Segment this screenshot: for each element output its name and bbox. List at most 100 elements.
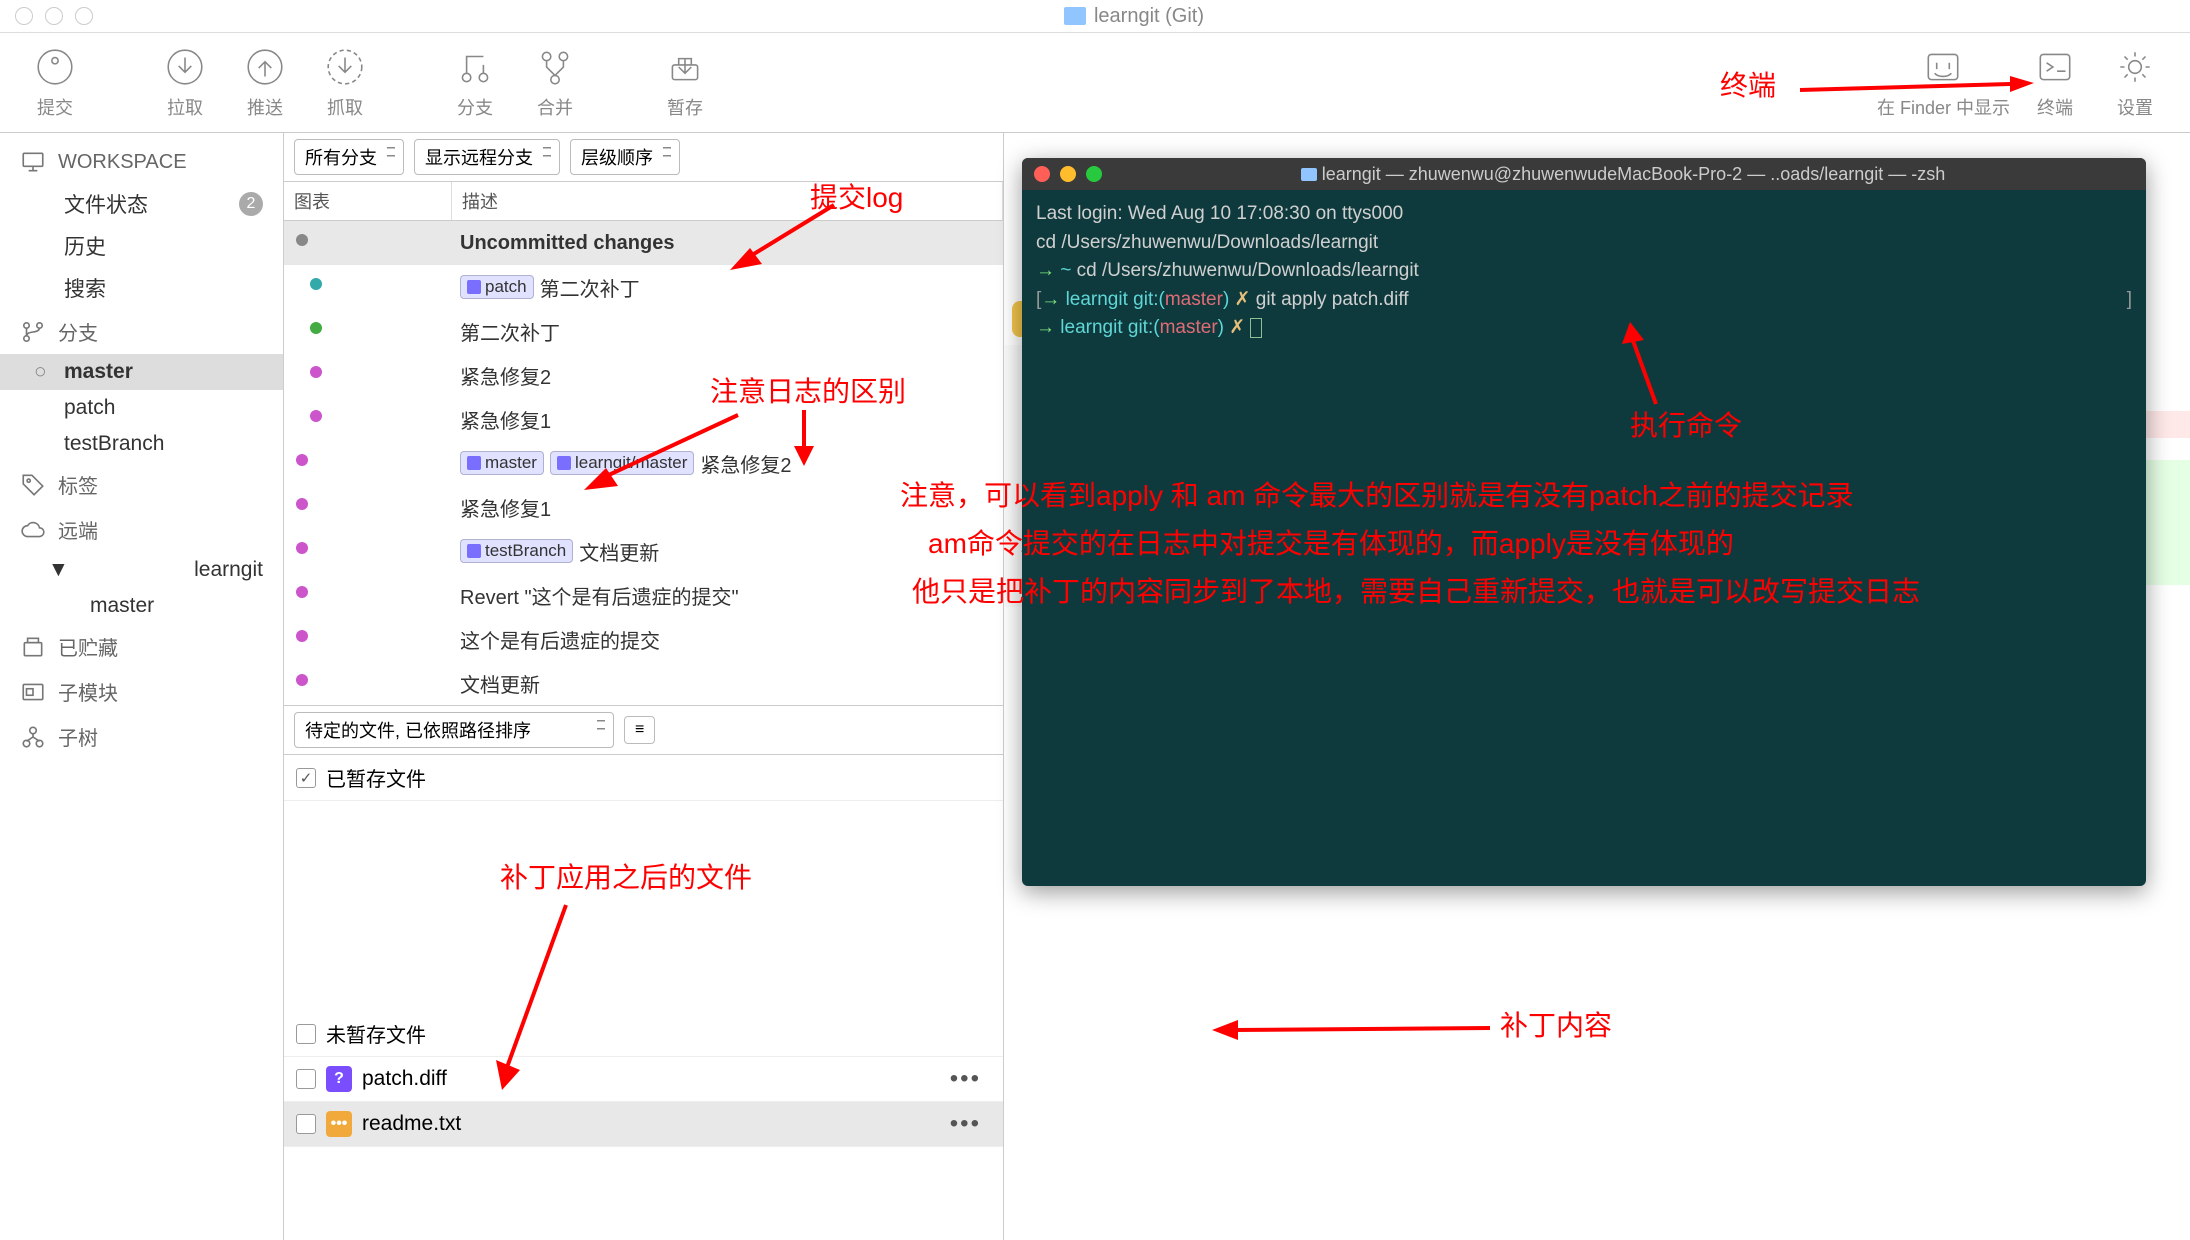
file-checkbox[interactable] (296, 1114, 316, 1134)
commit-description: 紧急修复2 (460, 361, 551, 390)
terminal-body[interactable]: Last login: Wed Aug 10 17:08:30 on ttys0… (1022, 190, 2146, 353)
file-status-label: 文件状态 (64, 189, 148, 219)
commit-row[interactable]: 这个是有后遗症的提交 (284, 617, 1003, 661)
unstaged-checkbox[interactable] (296, 1024, 316, 1044)
file-checkbox[interactable] (296, 1069, 316, 1089)
commit-row[interactable]: 紧急修复2 (284, 353, 1003, 397)
sidebar-remote-master[interactable]: master (0, 588, 283, 624)
subtrees-label: 子树 (58, 722, 98, 751)
branch-chip[interactable]: testBranch (460, 539, 573, 563)
show-remote-select[interactable]: 显示远程分支 (414, 139, 560, 175)
file-name: readme.txt (362, 1112, 461, 1136)
commit-row[interactable]: patch第二次补丁 (284, 265, 1003, 309)
branch-button[interactable]: 分支 (440, 46, 510, 120)
sidebar-branch-patch[interactable]: patch (0, 390, 283, 426)
branch-chip[interactable]: patch (460, 275, 534, 299)
terminal-close-button[interactable] (1034, 166, 1050, 182)
branch-chip[interactable]: master (460, 451, 544, 475)
sidebar-remote-learngit[interactable]: ▼ learngit (0, 552, 283, 588)
pull-button[interactable]: 拉取 (150, 46, 220, 120)
window-titlebar: learngit (Git) (0, 0, 2190, 33)
merge-button[interactable]: 合并 (520, 46, 590, 120)
commit-description: 这个是有后遗症的提交 (460, 625, 660, 654)
commit-list[interactable]: Uncommitted changespatch第二次补丁第二次补丁紧急修复2 紧… (284, 221, 1003, 705)
modified-icon: ••• (326, 1111, 352, 1137)
minimize-window-button[interactable] (45, 7, 63, 25)
branches-label: 分支 (58, 317, 98, 346)
settings-button[interactable]: 设置 (2100, 46, 2170, 120)
staged-header[interactable]: 已暂存文件 (284, 755, 1003, 801)
sidebar-branch-master[interactable]: master (0, 354, 283, 390)
unstaged-header[interactable]: 未暂存文件 (284, 1011, 1003, 1057)
commit-description: 文档更新 (579, 537, 659, 566)
terminal-zoom-button[interactable] (1086, 166, 1102, 182)
commit-label: 提交 (37, 94, 73, 120)
fetch-button[interactable]: 抓取 (310, 46, 380, 120)
branch-label: 分支 (457, 94, 493, 120)
remotes-section[interactable]: 远端 (0, 507, 283, 552)
stash-button[interactable]: 暂存 (650, 46, 720, 120)
staged-checkbox[interactable] (296, 768, 316, 788)
stashes-label: 已贮藏 (58, 632, 118, 661)
view-mode-button[interactable]: ≡ (624, 716, 655, 744)
sidebar-item-history[interactable]: 历史 (0, 225, 283, 267)
file-row[interactable]: ••• readme.txt ••• (284, 1102, 1003, 1147)
sidebar-branch-testbranch[interactable]: testBranch (0, 426, 283, 462)
commit-row[interactable]: masterlearngit/master紧急修复2 (284, 441, 1003, 485)
terminal-minimize-button[interactable] (1060, 166, 1076, 182)
show-in-finder-button[interactable]: 在 Finder 中显示 (1877, 46, 2010, 120)
terminal-button[interactable]: 终端 (2020, 46, 2090, 120)
terminal-title-text: learngit — zhuwenwu@zhuwenwudeMacBook-Pr… (1112, 164, 2134, 185)
stash-label: 暂存 (667, 94, 703, 120)
commit-row[interactable]: 紧急修复1 (284, 397, 1003, 441)
file-sort-select[interactable]: 待定的文件, 已依照路径排序 (294, 712, 614, 748)
terminal-line: [→ learngit git:(master) ✗ git apply pat… (1036, 286, 2132, 315)
push-label: 推送 (247, 94, 283, 120)
settings-label: 设置 (2117, 94, 2153, 120)
sidebar-item-file-status[interactable]: 文件状态 2 (0, 183, 283, 225)
close-window-button[interactable] (15, 7, 33, 25)
workspace-section[interactable]: WORKSPACE (0, 141, 283, 183)
commit-row[interactable]: Uncommitted changes (284, 221, 1003, 265)
order-select[interactable]: 层级顺序 (570, 139, 680, 175)
terminal-label: 终端 (2037, 94, 2073, 120)
tags-section[interactable]: 标签 (0, 462, 283, 507)
commit-row[interactable]: 第二次补丁 (284, 309, 1003, 353)
stash-icon (20, 634, 46, 660)
submodules-label: 子模块 (58, 677, 118, 706)
commit-row[interactable]: Revert "这个是有后遗症的提交" (284, 573, 1003, 617)
tags-label: 标签 (58, 470, 98, 499)
terminal-line: cd /Users/zhuwenwu/Downloads/learngit (1036, 229, 2132, 258)
commit-row[interactable]: 文档更新 (284, 661, 1003, 705)
stashes-section[interactable]: 已贮藏 (0, 624, 283, 669)
commit-description: 紧急修复1 (460, 405, 551, 434)
commit-button[interactable]: 提交 (20, 46, 90, 120)
center-panel: 所有分支 显示远程分支 层级顺序 图表 描述 Uncommitted chang… (284, 133, 1004, 1240)
main-toolbar: 提交 拉取 推送 抓取 分支 合并 暂存 在 Finder 中显示 终端 设置 (0, 33, 2190, 133)
terminal-line: → learngit git:(master) ✗ (1036, 314, 2132, 343)
tag-icon (20, 472, 46, 498)
submodules-section[interactable]: 子模块 (0, 669, 283, 714)
zoom-window-button[interactable] (75, 7, 93, 25)
sidebar: WORKSPACE 文件状态 2 历史 搜索 分支 master patch t… (0, 133, 284, 1240)
branch-chip[interactable]: learngit/master (550, 451, 694, 475)
merge-label: 合并 (537, 94, 573, 120)
sidebar-item-search[interactable]: 搜索 (0, 267, 283, 309)
subtrees-section[interactable]: 子树 (0, 714, 283, 759)
commit-row[interactable]: 紧急修复1 (284, 485, 1003, 529)
fetch-label: 抓取 (327, 94, 363, 120)
all-branches-select[interactable]: 所有分支 (294, 139, 404, 175)
graph-header: 图表 (284, 182, 452, 220)
branches-section[interactable]: 分支 (0, 309, 283, 354)
window-title: learngit (Git) (93, 5, 2175, 28)
sort-row: 待定的文件, 已依照路径排序 ≡ (284, 705, 1003, 755)
files-area: 已暂存文件 未暂存文件 ?patch.diff••••••readme.txt•… (284, 755, 1003, 1240)
push-button[interactable]: 推送 (230, 46, 300, 120)
file-more-button[interactable]: ••• (950, 1110, 991, 1138)
commit-row[interactable]: testBranch文档更新 (284, 529, 1003, 573)
file-row[interactable]: ?patch.diff••• (284, 1057, 1003, 1102)
filter-row: 所有分支 显示远程分支 层级顺序 (284, 133, 1003, 182)
window-title-text: learngit (Git) (1094, 5, 1204, 28)
file-more-button[interactable]: ••• (950, 1065, 991, 1093)
terminal-cursor (1250, 318, 1262, 338)
